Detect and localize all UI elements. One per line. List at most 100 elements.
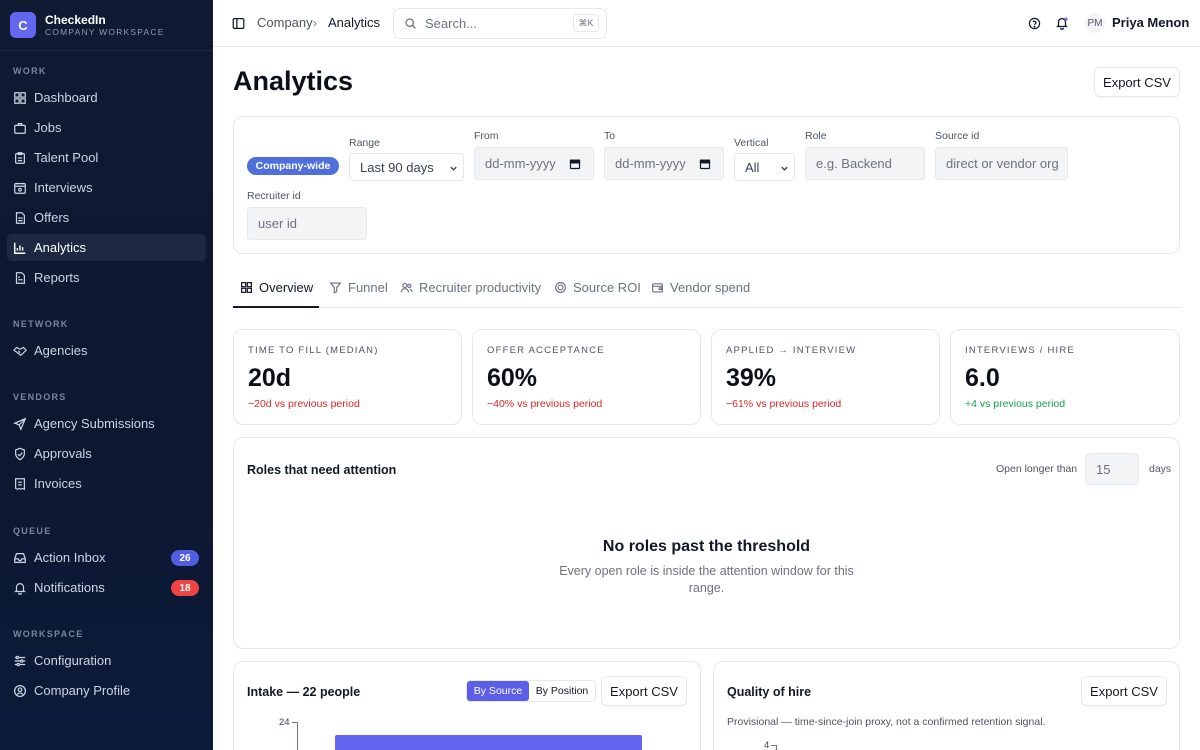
sidebar-item-reports[interactable]: Reports	[7, 264, 206, 291]
shield-check-icon	[15, 447, 25, 460]
sidebar-item-offers[interactable]: Offers	[7, 204, 206, 231]
role-label: Role	[805, 130, 827, 142]
tab-label: Recruiter productivity	[419, 280, 542, 295]
quality-card: Quality of hire Export CSV Provisional —…	[713, 661, 1180, 750]
calendar-icon	[14, 182, 26, 194]
help-icon[interactable]	[1028, 17, 1041, 30]
sidebar-item-label: Dashboard	[34, 90, 98, 105]
intake-export-csv-button[interactable]: Export CSV	[601, 676, 687, 706]
notification-bell-icon[interactable]	[1055, 16, 1069, 30]
sidebar-item-label: Invoices	[34, 476, 82, 491]
sidebar-item-action-inbox[interactable]: Action Inbox 26	[7, 544, 206, 571]
kpi-label: INTERVIEWS / HIRE	[965, 345, 1075, 356]
role-input[interactable]: e.g. Backend	[805, 147, 925, 180]
by-position-toggle[interactable]: By Position	[529, 681, 595, 701]
sidebar-item-agencies[interactable]: Agencies	[7, 337, 206, 364]
kpi-value: 20d	[248, 364, 292, 392]
sidebar-item-jobs[interactable]: Jobs	[7, 114, 206, 141]
active-tab-indicator	[233, 306, 319, 308]
sidebar-item-label: Analytics	[34, 240, 87, 255]
breadcrumb-company[interactable]: Company	[257, 15, 313, 30]
vertical-select[interactable]: All	[734, 153, 795, 181]
source-id-input[interactable]: direct or vendor org	[935, 147, 1068, 180]
kpi-label: APPLIED → INTERVIEW	[726, 345, 857, 356]
sidebar-item-company-profile[interactable]: Company Profile	[7, 677, 206, 704]
sidebar-item-label: Jobs	[34, 120, 62, 135]
briefcase-icon	[14, 122, 26, 134]
y-tick-label: 4	[764, 740, 770, 750]
tab-source-roi[interactable]: Source ROI	[554, 280, 641, 295]
chevron-down-icon	[781, 166, 788, 171]
users-icon	[400, 282, 413, 293]
recruiter-id-input[interactable]: user id	[247, 207, 367, 240]
brand[interactable]: C CheckedIn COMPANY WORKSPACE	[10, 12, 165, 38]
tab-overview[interactable]: Overview	[240, 280, 313, 295]
section-label-workspace: WORKSPACE	[13, 629, 84, 639]
sidebar-item-analytics[interactable]: Analytics	[7, 234, 206, 261]
tab-label: Vendor spend	[670, 280, 751, 295]
kpi-card-offer-acceptance: OFFER ACCEPTANCE 60% −40% vs previous pe…	[472, 329, 701, 425]
sidebar-item-configuration[interactable]: Configuration	[7, 647, 206, 674]
grid-icon	[241, 282, 252, 293]
section-label-queue: QUEUE	[13, 526, 52, 536]
coins-icon	[555, 282, 566, 293]
sidebar-item-label: Offers	[34, 210, 70, 225]
scope-chip[interactable]: Company-wide	[247, 157, 339, 175]
search-input[interactable]: Search... ⌘K	[393, 8, 607, 39]
y-axis	[776, 745, 777, 750]
section-label-work: WORK	[13, 66, 47, 76]
threshold-label: Open longer than	[996, 463, 1078, 475]
from-date-placeholder: dd-mm-yyyy	[485, 156, 556, 171]
user-name[interactable]: Priya Menon	[1112, 15, 1189, 30]
sidebar-item-agency-submissions[interactable]: Agency Submissions	[7, 410, 206, 437]
from-date-input[interactable]: dd-mm-yyyy	[474, 147, 594, 180]
source-id-placeholder: direct or vendor org	[946, 156, 1059, 171]
range-select[interactable]: Last 90 days	[349, 153, 464, 181]
recruiter-id-placeholder: user id	[258, 216, 298, 231]
quality-export-csv-button[interactable]: Export CSV	[1081, 676, 1167, 706]
threshold-unit: days	[1149, 463, 1172, 475]
sidebar-item-interviews[interactable]: Interviews	[7, 174, 206, 201]
sidebar-item-dashboard[interactable]: Dashboard	[7, 84, 206, 111]
kpi-value: 6.0	[965, 364, 1000, 392]
kpi-label: TIME TO FILL (MEDIAN)	[248, 345, 379, 356]
range-value: Last 90 days	[360, 159, 434, 175]
sidebar-item-invoices[interactable]: Invoices	[7, 470, 206, 497]
calendar-icon[interactable]	[699, 158, 711, 170]
clipboard-icon	[15, 151, 25, 164]
sidebar-item-label: Agency Submissions	[34, 416, 155, 431]
sidebar-toggle-icon[interactable]	[232, 17, 245, 30]
calendar-icon[interactable]	[569, 158, 581, 170]
export-csv-button[interactable]: Export CSV	[1094, 67, 1180, 97]
bar[interactable]	[335, 735, 642, 750]
tab-label: Funnel	[348, 280, 388, 295]
tab-funnel[interactable]: Funnel	[329, 280, 388, 295]
kpi-delta: −20d vs previous period	[248, 398, 360, 410]
to-date-input[interactable]: dd-mm-yyyy	[604, 147, 724, 180]
tab-recruiter-productivity[interactable]: Recruiter productivity	[400, 280, 541, 295]
kpi-delta: −40% vs previous period	[487, 398, 603, 410]
y-tick-label: 24	[279, 717, 290, 728]
receipt-icon	[15, 477, 25, 490]
threshold-input[interactable]: 15	[1085, 453, 1139, 485]
role-placeholder: e.g. Backend	[816, 156, 892, 171]
inbox-count-badge: 26	[171, 550, 199, 566]
recruiter-id-label: Recruiter id	[247, 190, 301, 202]
sidebar-item-label: Agencies	[34, 343, 88, 358]
sidebar-item-label: Notifications	[34, 580, 105, 595]
kpi-value: 39%	[726, 364, 777, 392]
avatar[interactable]: PM	[1085, 13, 1105, 33]
by-source-toggle[interactable]: By Source	[467, 681, 529, 701]
range-label: Range	[349, 137, 380, 149]
wallet-icon	[652, 283, 663, 293]
sidebar-item-notifications[interactable]: Notifications 18	[7, 574, 206, 601]
tab-vendor-spend[interactable]: Vendor spend	[651, 280, 750, 295]
section-label-vendors: VENDORS	[13, 392, 67, 402]
sidebar-item-talent-pool[interactable]: Talent Pool	[7, 144, 206, 171]
sidebar-item-approvals[interactable]: Approvals	[7, 440, 206, 467]
topbar: Company › Analytics Search... ⌘K PM Priy…	[213, 0, 1200, 47]
sidebar-item-label: Configuration	[34, 653, 112, 668]
page-title: Analytics	[233, 66, 354, 96]
empty-state-body: Every open role is inside the attention …	[559, 564, 854, 595]
inbox-icon	[14, 552, 26, 563]
